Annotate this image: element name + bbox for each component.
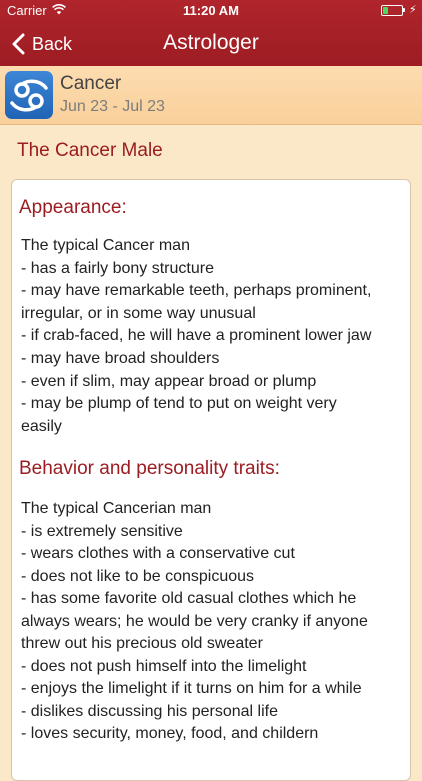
top-bar: Carrier 11:20 AM ⚡ Back Astrologer xyxy=(0,0,422,66)
cancer-zodiac-icon xyxy=(5,71,53,119)
behavior-line: - loves security, money, food, and child… xyxy=(21,725,319,742)
clock-label: 11:20 AM xyxy=(183,3,239,18)
appearance-line: irregular, or in some way unusual xyxy=(21,305,256,322)
appearance-line: - has a fairly bony structure xyxy=(21,260,214,277)
nav-title: Astrologer xyxy=(163,31,259,54)
section-title: The Cancer Male xyxy=(17,140,163,161)
appearance-line: - may have broad shoulders xyxy=(21,350,220,367)
behavior-line: - has some favorite old casual clothes w… xyxy=(21,590,357,607)
charging-bolt-icon: ⚡ xyxy=(409,4,417,16)
navigation-bar: Back Astrologer xyxy=(0,22,422,66)
appearance-line: - may have remarkable teeth, perhaps pro… xyxy=(21,282,372,299)
appearance-line: - if crab-faced, he will have a prominen… xyxy=(21,327,372,344)
behavior-line: always wears; he would be very cranky if… xyxy=(21,613,368,630)
behavior-line: The typical Cancerian man xyxy=(21,500,212,517)
appearance-line: The typical Cancer man xyxy=(21,237,190,254)
content-card: Appearance: The typical Cancer man - has… xyxy=(11,179,411,781)
behavior-line: - wears clothes with a conservative cut xyxy=(21,545,295,562)
behavior-heading: Behavior and personality traits: xyxy=(19,458,280,479)
sign-name: Cancer xyxy=(60,73,122,94)
behavior-line: - dislikes discussing his personal life xyxy=(21,703,278,720)
behavior-line: - enjoys the limelight if it turns on hi… xyxy=(21,680,362,697)
sign-dates: Jun 23 - Jul 23 xyxy=(60,98,165,115)
appearance-line: - even if slim, may appear broad or plum… xyxy=(21,373,317,390)
sign-header: Cancer Jun 23 - Jul 23 xyxy=(0,66,422,125)
status-bar: Carrier 11:20 AM ⚡ xyxy=(0,0,422,22)
behavior-line: - is extremely sensitive xyxy=(21,523,183,540)
behavior-line: - does not push himself into the limelig… xyxy=(21,658,307,675)
behavior-line: - does not like to be conspicuous xyxy=(21,568,255,585)
behavior-line: threw out his precious old sweater xyxy=(21,635,263,652)
appearance-line: easily xyxy=(21,418,62,435)
appearance-line: - may be plump of tend to put on weight … xyxy=(21,395,337,412)
battery-icon xyxy=(381,5,403,16)
appearance-heading: Appearance: xyxy=(19,197,127,218)
battery-tip-icon xyxy=(403,8,405,12)
